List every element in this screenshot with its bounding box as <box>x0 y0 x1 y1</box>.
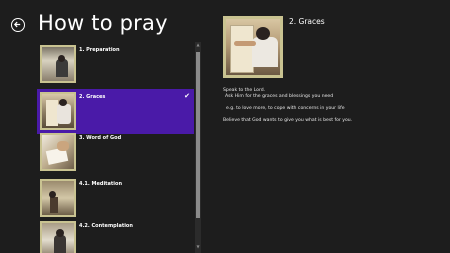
scrollbar-thumb[interactable] <box>196 52 200 218</box>
detail-image <box>223 16 283 78</box>
scroll-up-icon[interactable]: ▲ <box>195 42 201 48</box>
list-item-label: 3. Word of God <box>79 135 122 141</box>
list-item-label: 1. Preparation <box>79 47 120 53</box>
back-arrow-icon <box>13 21 21 28</box>
list-item-thumbnail <box>40 45 76 83</box>
list-item-thumbnail <box>40 179 76 217</box>
list-item-meditation[interactable]: 4.1. Meditation <box>37 176 194 221</box>
steps-list: 1. Preparation 2. Graces ✔ 3. Word of Go… <box>37 42 197 253</box>
back-button[interactable] <box>11 18 25 32</box>
detail-line: e.g. to love more, to cope with concerns… <box>226 106 345 111</box>
detail-line: Ask Him for the graces and blessings you… <box>225 94 334 99</box>
list-item-label: 4.2. Contemplation <box>79 223 133 229</box>
list-item-thumbnail <box>40 133 76 171</box>
detail-title: 2. Graces <box>289 17 325 26</box>
detail-line: Believe that God wants to give you what … <box>223 118 353 123</box>
selected-check-icon: ✔ <box>184 92 190 100</box>
list-item-graces[interactable]: 2. Graces ✔ <box>37 89 194 134</box>
list-item-thumbnail <box>40 92 76 130</box>
scroll-down-icon[interactable]: ▼ <box>195 244 201 250</box>
vertical-scrollbar[interactable]: ▲ ▼ <box>195 42 201 253</box>
detail-text: Speak to the Lord. Ask Him for the grace… <box>223 88 352 124</box>
page-title: How to pray <box>38 11 168 35</box>
list-item-thumbnail <box>40 221 76 253</box>
list-item-preparation[interactable]: 1. Preparation <box>37 42 194 87</box>
list-item-label: 4.1. Meditation <box>79 181 123 187</box>
list-item-contemplation[interactable]: 4.2. Contemplation <box>37 218 194 253</box>
list-item-word-of-god[interactable]: 3. Word of God <box>37 130 194 175</box>
list-item-label: 2. Graces <box>79 94 106 100</box>
